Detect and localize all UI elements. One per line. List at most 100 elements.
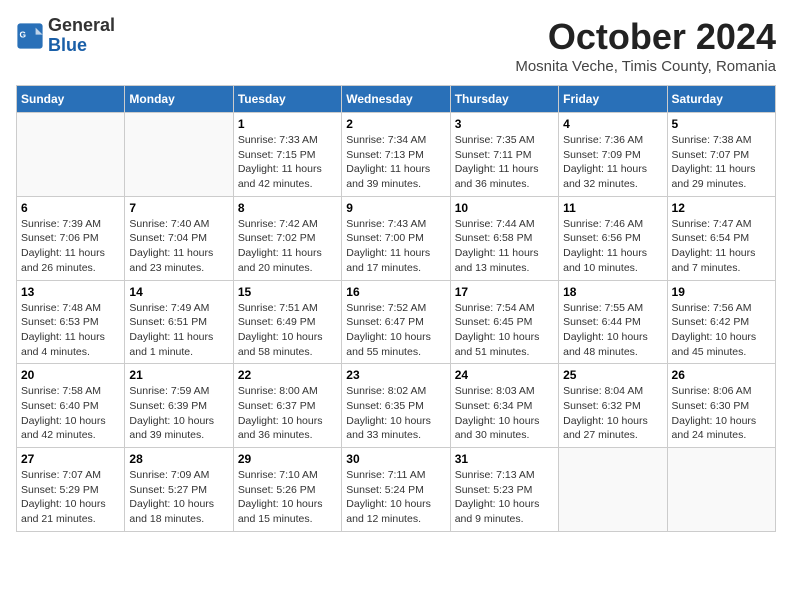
calendar-cell bbox=[17, 113, 125, 197]
day-info: Sunrise: 7:55 AM Sunset: 6:44 PM Dayligh… bbox=[563, 301, 662, 360]
calendar-week-row: 20Sunrise: 7:58 AM Sunset: 6:40 PM Dayli… bbox=[17, 364, 776, 448]
day-number: 8 bbox=[238, 201, 337, 215]
day-number: 5 bbox=[672, 117, 771, 131]
day-number: 1 bbox=[238, 117, 337, 131]
calendar-cell: 30Sunrise: 7:11 AM Sunset: 5:24 PM Dayli… bbox=[342, 448, 450, 532]
day-info: Sunrise: 8:06 AM Sunset: 6:30 PM Dayligh… bbox=[672, 384, 771, 443]
day-info: Sunrise: 7:54 AM Sunset: 6:45 PM Dayligh… bbox=[455, 301, 554, 360]
day-info: Sunrise: 7:09 AM Sunset: 5:27 PM Dayligh… bbox=[129, 468, 228, 527]
day-info: Sunrise: 7:43 AM Sunset: 7:00 PM Dayligh… bbox=[346, 217, 445, 276]
calendar-cell bbox=[559, 448, 667, 532]
calendar-cell: 18 Sunrise: 7:55 AM Sunset: 6:44 PM Dayli… bbox=[559, 280, 667, 364]
day-info: Sunrise: 7:44 AM Sunset: 6:58 PM Dayligh… bbox=[455, 217, 554, 276]
day-number: 16 bbox=[346, 285, 445, 299]
day-info: Sunrise: 7:11 AM Sunset: 5:24 PM Dayligh… bbox=[346, 468, 445, 527]
weekday-header: Saturday bbox=[667, 86, 775, 113]
day-number: 28 bbox=[129, 452, 228, 466]
day-number: 25 bbox=[563, 368, 662, 382]
page-header: G General Blue October 2024 Mosnita Vech… bbox=[16, 16, 776, 75]
day-info: Sunrise: 7:13 AM Sunset: 5:23 PM Dayligh… bbox=[455, 468, 554, 527]
day-info: Sunrise: 7:40 AM Sunset: 7:04 PM Dayligh… bbox=[129, 217, 228, 276]
day-info: Sunrise: 7:46 AM Sunset: 6:56 PM Dayligh… bbox=[563, 217, 662, 276]
day-number: 6 bbox=[21, 201, 120, 215]
day-info: Sunrise: 7:59 AM Sunset: 6:39 PM Dayligh… bbox=[129, 384, 228, 443]
title-block: October 2024 Mosnita Veche, Timis County… bbox=[515, 16, 776, 75]
day-number: 26 bbox=[672, 368, 771, 382]
logo-icon: G bbox=[16, 22, 44, 50]
day-number: 10 bbox=[455, 201, 554, 215]
day-info: Sunrise: 7:51 AM Sunset: 6:49 PM Dayligh… bbox=[238, 301, 337, 360]
month-title: October 2024 bbox=[515, 16, 776, 58]
calendar-cell: 7 Sunrise: 7:40 AM Sunset: 7:04 PM Daylig… bbox=[125, 196, 233, 280]
calendar-cell: 5Sunrise: 7:38 AM Sunset: 7:07 PM Daylig… bbox=[667, 113, 775, 197]
day-number: 31 bbox=[455, 452, 554, 466]
calendar-cell: 4Sunrise: 7:36 AM Sunset: 7:09 PM Daylig… bbox=[559, 113, 667, 197]
calendar-week-row: 6 Sunrise: 7:39 AM Sunset: 7:06 PM Daylig… bbox=[17, 196, 776, 280]
location-subtitle: Mosnita Veche, Timis County, Romania bbox=[515, 58, 776, 75]
svg-text:G: G bbox=[20, 29, 27, 39]
calendar-cell: 22Sunrise: 8:00 AM Sunset: 6:37 PM Dayli… bbox=[233, 364, 341, 448]
calendar-cell: 21 Sunrise: 7:59 AM Sunset: 6:39 PM Dayli… bbox=[125, 364, 233, 448]
calendar-cell: 17 Sunrise: 7:54 AM Sunset: 6:45 PM Dayli… bbox=[450, 280, 558, 364]
day-number: 17 bbox=[455, 285, 554, 299]
calendar-cell: 2 Sunrise: 7:34 AM Sunset: 7:13 PM Daylig… bbox=[342, 113, 450, 197]
calendar-cell: 1 Sunrise: 7:33 AM Sunset: 7:15 PM Daylig… bbox=[233, 113, 341, 197]
day-info: Sunrise: 7:48 AM Sunset: 6:53 PM Dayligh… bbox=[21, 301, 120, 360]
calendar-cell: 25 Sunrise: 8:04 AM Sunset: 6:32 PM Dayli… bbox=[559, 364, 667, 448]
day-info: Sunrise: 7:58 AM Sunset: 6:40 PM Dayligh… bbox=[21, 384, 120, 443]
day-info: Sunrise: 8:02 AM Sunset: 6:35 PM Dayligh… bbox=[346, 384, 445, 443]
calendar-cell: 3 Sunrise: 7:35 AM Sunset: 7:11 PM Daylig… bbox=[450, 113, 558, 197]
day-number: 21 bbox=[129, 368, 228, 382]
calendar-table: SundayMondayTuesdayWednesdayThursdayFrid… bbox=[16, 85, 776, 532]
calendar-cell: 15Sunrise: 7:51 AM Sunset: 6:49 PM Dayli… bbox=[233, 280, 341, 364]
day-number: 24 bbox=[455, 368, 554, 382]
calendar-cell: 19 Sunrise: 7:56 AM Sunset: 6:42 PM Dayli… bbox=[667, 280, 775, 364]
day-number: 18 bbox=[563, 285, 662, 299]
calendar-cell: 8 Sunrise: 7:42 AM Sunset: 7:02 PM Daylig… bbox=[233, 196, 341, 280]
day-info: Sunrise: 7:07 AM Sunset: 5:29 PM Dayligh… bbox=[21, 468, 120, 527]
calendar-cell: 13 Sunrise: 7:48 AM Sunset: 6:53 PM Dayli… bbox=[17, 280, 125, 364]
calendar-cell: 31 Sunrise: 7:13 AM Sunset: 5:23 PM Dayli… bbox=[450, 448, 558, 532]
day-info: Sunrise: 7:42 AM Sunset: 7:02 PM Dayligh… bbox=[238, 217, 337, 276]
day-number: 9 bbox=[346, 201, 445, 215]
day-info: Sunrise: 7:47 AM Sunset: 6:54 PM Dayligh… bbox=[672, 217, 771, 276]
calendar-cell: 9 Sunrise: 7:43 AM Sunset: 7:00 PM Daylig… bbox=[342, 196, 450, 280]
day-number: 29 bbox=[238, 452, 337, 466]
day-number: 11 bbox=[563, 201, 662, 215]
day-info: Sunrise: 7:35 AM Sunset: 7:11 PM Dayligh… bbox=[455, 133, 554, 192]
day-number: 13 bbox=[21, 285, 120, 299]
calendar-week-row: 27 Sunrise: 7:07 AM Sunset: 5:29 PM Dayli… bbox=[17, 448, 776, 532]
day-number: 2 bbox=[346, 117, 445, 131]
logo-blue-text: Blue bbox=[48, 36, 115, 56]
day-number: 27 bbox=[21, 452, 120, 466]
day-number: 3 bbox=[455, 117, 554, 131]
day-info: Sunrise: 7:34 AM Sunset: 7:13 PM Dayligh… bbox=[346, 133, 445, 192]
calendar-week-row: 1 Sunrise: 7:33 AM Sunset: 7:15 PM Daylig… bbox=[17, 113, 776, 197]
day-info: Sunrise: 8:03 AM Sunset: 6:34 PM Dayligh… bbox=[455, 384, 554, 443]
calendar-cell: 24 Sunrise: 8:03 AM Sunset: 6:34 PM Dayli… bbox=[450, 364, 558, 448]
calendar-cell: 23Sunrise: 8:02 AM Sunset: 6:35 PM Dayli… bbox=[342, 364, 450, 448]
calendar-cell: 28 Sunrise: 7:09 AM Sunset: 5:27 PM Dayli… bbox=[125, 448, 233, 532]
day-number: 22 bbox=[238, 368, 337, 382]
calendar-cell: 26 Sunrise: 8:06 AM Sunset: 6:30 PM Dayli… bbox=[667, 364, 775, 448]
day-number: 14 bbox=[129, 285, 228, 299]
calendar-week-row: 13 Sunrise: 7:48 AM Sunset: 6:53 PM Dayli… bbox=[17, 280, 776, 364]
logo-general-text: General bbox=[48, 16, 115, 36]
logo-text: General Blue bbox=[48, 16, 115, 56]
calendar-cell: 14Sunrise: 7:49 AM Sunset: 6:51 PM Dayli… bbox=[125, 280, 233, 364]
day-number: 7 bbox=[129, 201, 228, 215]
day-info: Sunrise: 7:10 AM Sunset: 5:26 PM Dayligh… bbox=[238, 468, 337, 527]
day-info: Sunrise: 7:52 AM Sunset: 6:47 PM Dayligh… bbox=[346, 301, 445, 360]
calendar-cell: 20Sunrise: 7:58 AM Sunset: 6:40 PM Dayli… bbox=[17, 364, 125, 448]
calendar-cell: 10 Sunrise: 7:44 AM Sunset: 6:58 PM Dayli… bbox=[450, 196, 558, 280]
day-info: Sunrise: 8:04 AM Sunset: 6:32 PM Dayligh… bbox=[563, 384, 662, 443]
day-number: 19 bbox=[672, 285, 771, 299]
weekday-header: Monday bbox=[125, 86, 233, 113]
day-info: Sunrise: 7:56 AM Sunset: 6:42 PM Dayligh… bbox=[672, 301, 771, 360]
calendar-header-row: SundayMondayTuesdayWednesdayThursdayFrid… bbox=[17, 86, 776, 113]
weekday-header: Wednesday bbox=[342, 86, 450, 113]
day-info: Sunrise: 7:33 AM Sunset: 7:15 PM Dayligh… bbox=[238, 133, 337, 192]
weekday-header: Friday bbox=[559, 86, 667, 113]
weekday-header: Sunday bbox=[17, 86, 125, 113]
day-info: Sunrise: 7:39 AM Sunset: 7:06 PM Dayligh… bbox=[21, 217, 120, 276]
